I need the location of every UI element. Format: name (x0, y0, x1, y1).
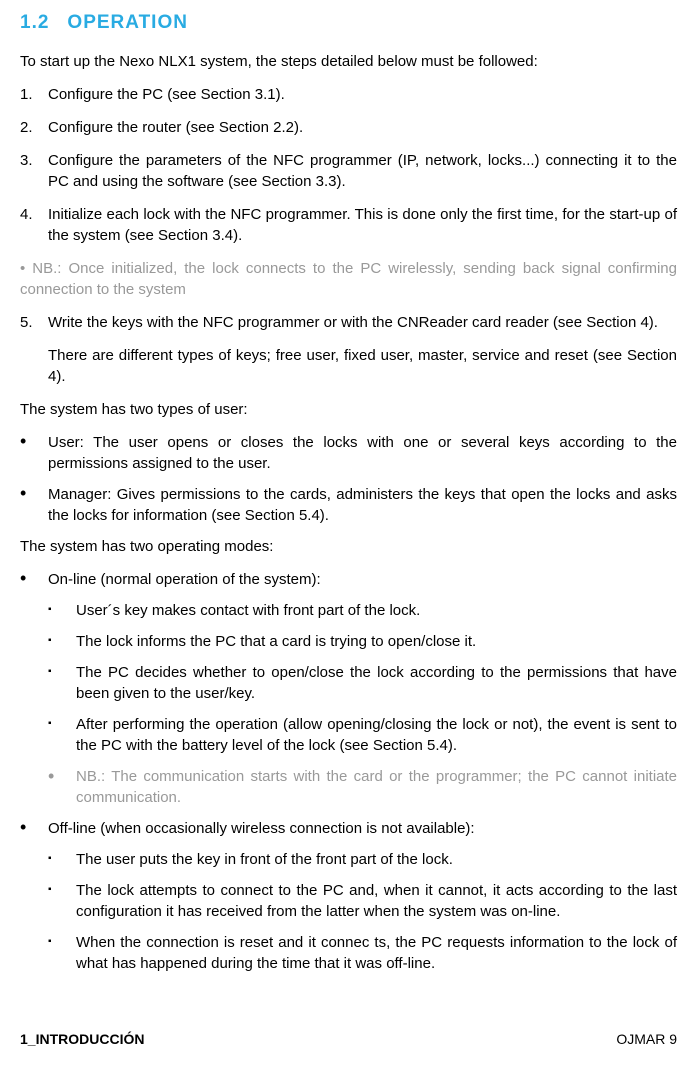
note-prefix: • NB.: (20, 260, 68, 277)
step-2: 2. Configure the router (see Section 2.2… (20, 117, 677, 138)
sub-text: The lock informs the PC that a card is t… (76, 631, 677, 652)
step-marker: 4. (20, 204, 48, 246)
bullet-icon: • (20, 484, 48, 526)
sub-text: User´s key makes contact with front part… (76, 600, 677, 621)
online-item: ▪ The PC decides whether to open/close t… (48, 662, 677, 704)
user-type-user: • User: The user opens or closes the loc… (20, 432, 677, 474)
step-body: Write the keys with the NFC programmer o… (48, 312, 677, 387)
sub-text: The lock attempts to connect to the PC a… (76, 880, 677, 922)
step-text: Configure the router (see Section 2.2). (48, 117, 677, 138)
note-body: Once initialized, the lock connects to t… (20, 260, 677, 298)
sub-text: The user puts the key in front of the fr… (76, 849, 677, 870)
note-initialized: • NB.: Once initialized, the lock connec… (20, 258, 677, 300)
bullet-text: Manager: Gives permissions to the cards,… (48, 484, 677, 526)
step-4: 4. Initialize each lock with the NFC pro… (20, 204, 677, 246)
step-5: 5. Write the keys with the NFC programme… (20, 312, 677, 387)
step-extra: There are different types of keys; free … (48, 345, 677, 387)
users-intro: The system has two types of user: (20, 399, 677, 420)
step-text: Write the keys with the NFC programmer o… (48, 312, 677, 333)
section-number: 1.2 (20, 10, 49, 37)
step-1: 1. Configure the PC (see Section 3.1). (20, 84, 677, 105)
bullet-text: User: The user opens or closes the locks… (48, 432, 677, 474)
step-text: Initialize each lock with the NFC progra… (48, 204, 677, 246)
bullet-icon: • (20, 432, 48, 474)
step-3: 3. Configure the parameters of the NFC p… (20, 150, 677, 192)
footer-right: OJMAR 9 (616, 1030, 677, 1050)
section-heading: 1.2 OPERATION (20, 10, 677, 37)
square-icon: ▪ (48, 631, 76, 652)
square-icon: ▪ (48, 600, 76, 621)
footer-left: 1_INTRODUCCIÓN (20, 1030, 144, 1050)
bullet-icon: • (20, 818, 48, 839)
square-icon: ▪ (48, 880, 76, 922)
online-sublist: ▪ User´s key makes contact with front pa… (48, 600, 677, 808)
offline-item: ▪ The user puts the key in front of the … (48, 849, 677, 870)
bullet-icon: • (48, 766, 76, 808)
modes-intro: The system has two operating modes: (20, 536, 677, 557)
online-item: ▪ The lock informs the PC that a card is… (48, 631, 677, 652)
square-icon: ▪ (48, 662, 76, 704)
online-note: • NB.: The communication starts with the… (48, 766, 677, 808)
step-text: Configure the PC (see Section 3.1). (48, 84, 677, 105)
square-icon: ▪ (48, 932, 76, 974)
sub-text: When the connection is reset and it conn… (76, 932, 677, 974)
section-title: OPERATION (67, 12, 188, 33)
step-text: Configure the parameters of the NFC prog… (48, 150, 677, 192)
step-marker: 2. (20, 117, 48, 138)
online-item: ▪ User´s key makes contact with front pa… (48, 600, 677, 621)
page-footer: 1_INTRODUCCIÓN OJMAR 9 (20, 1030, 677, 1050)
mode-online: • On-line (normal operation of the syste… (20, 569, 677, 590)
mode-offline: • Off-line (when occasionally wireless c… (20, 818, 677, 839)
online-item: ▪ After performing the operation (allow … (48, 714, 677, 756)
square-icon: ▪ (48, 714, 76, 756)
sub-text: The PC decides whether to open/close the… (76, 662, 677, 704)
step-marker: 3. (20, 150, 48, 192)
bullet-text: Off-line (when occasionally wireless con… (48, 818, 677, 839)
square-icon: ▪ (48, 849, 76, 870)
step-marker: 5. (20, 312, 48, 387)
user-type-manager: • Manager: Gives permissions to the card… (20, 484, 677, 526)
intro-paragraph: To start up the Nexo NLX1 system, the st… (20, 51, 677, 72)
offline-item: ▪ When the connection is reset and it co… (48, 932, 677, 974)
note-text: NB.: The communication starts with the c… (76, 766, 677, 808)
step-marker: 1. (20, 84, 48, 105)
bullet-text: On-line (normal operation of the system)… (48, 569, 677, 590)
offline-sublist: ▪ The user puts the key in front of the … (48, 849, 677, 974)
sub-text: After performing the operation (allow op… (76, 714, 677, 756)
bullet-icon: • (20, 569, 48, 590)
offline-item: ▪ The lock attempts to connect to the PC… (48, 880, 677, 922)
